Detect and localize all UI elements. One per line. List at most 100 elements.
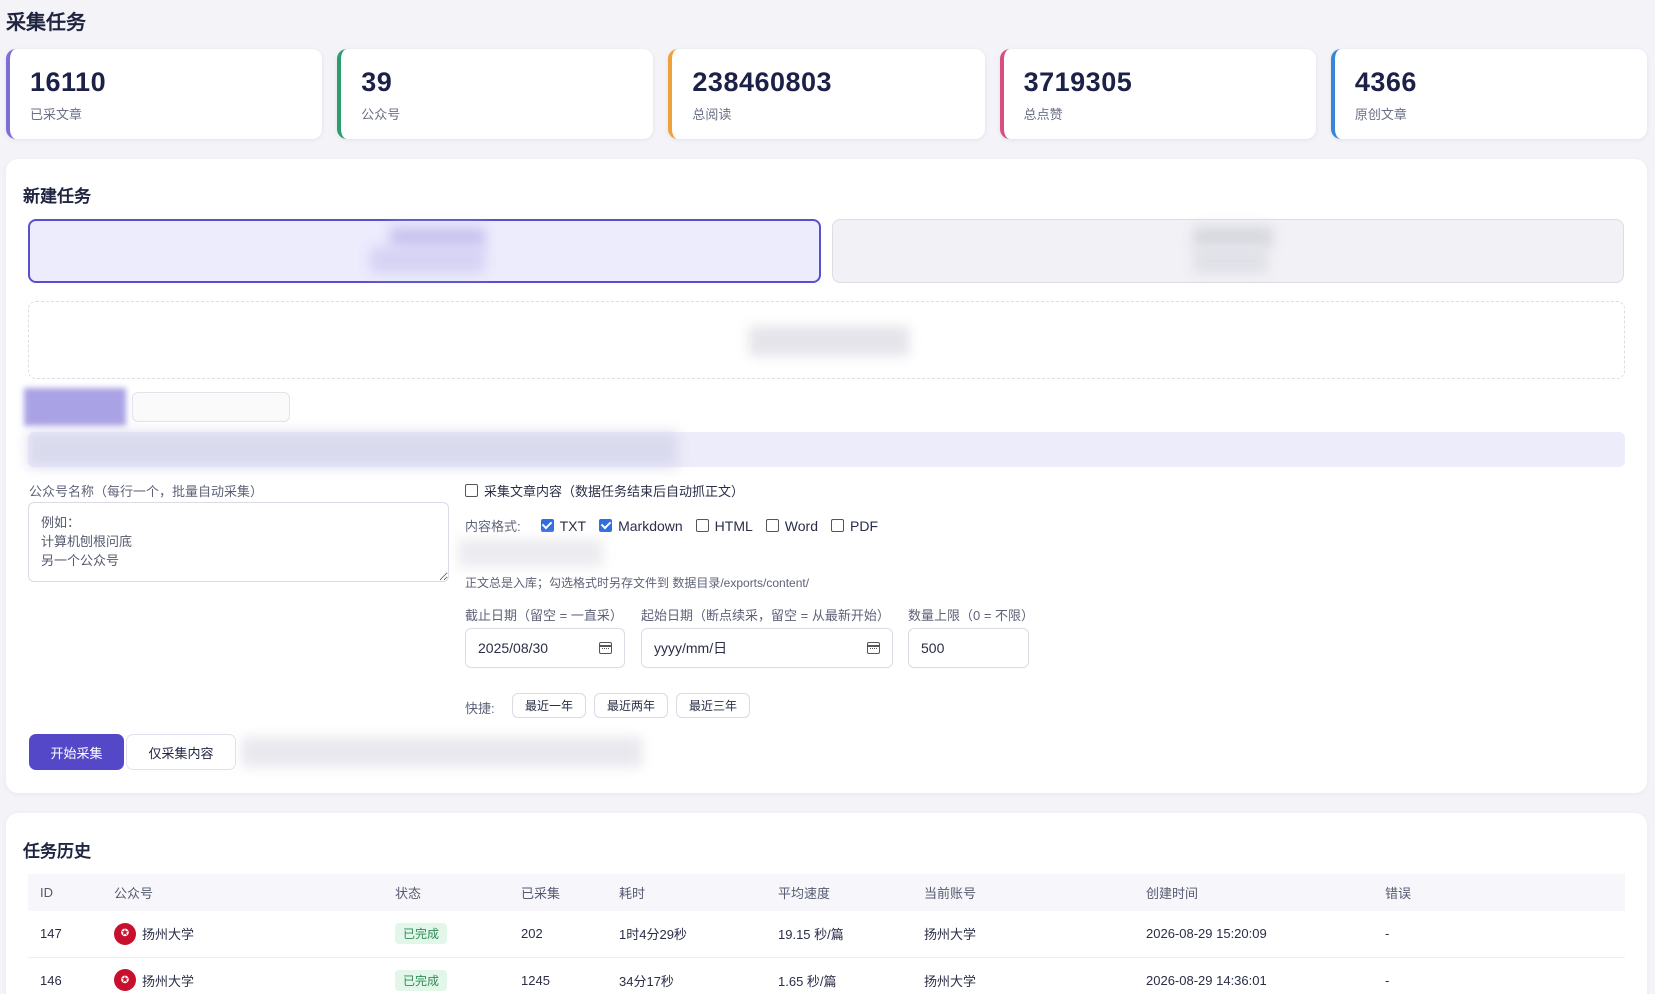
- table-row[interactable]: 146 ✪ 扬州大学 已完成 1245 34分17秒 1.65 秒/篇 扬州大学 …: [28, 957, 1625, 994]
- cell-collected: 202: [509, 911, 607, 958]
- stat-value: 39: [361, 67, 393, 97]
- stat-card-likes: 3719305 总点赞: [999, 49, 1316, 139]
- col-duration: 耗时: [607, 874, 766, 911]
- blurred-tab-alt[interactable]: [132, 392, 290, 422]
- format-markdown-label: Markdown: [618, 517, 683, 534]
- blurred-content: [242, 737, 642, 767]
- quick-label: 快捷:: [465, 701, 495, 716]
- collect-content-label: 采集文章内容（数据任务结束后自动抓正文）: [484, 484, 745, 499]
- content-only-button[interactable]: 仅采集内容: [126, 734, 236, 770]
- format-html-label: HTML: [714, 517, 753, 534]
- cell-status: 已完成: [383, 957, 509, 994]
- account-name: 扬州大学: [142, 927, 195, 943]
- col-speed: 平均速度: [766, 874, 912, 911]
- start-collect-button[interactable]: 开始采集: [29, 734, 124, 770]
- cell-created: 2026-08-29 14:36:01: [1134, 957, 1373, 994]
- end-date-input[interactable]: 2025/08/30: [465, 628, 625, 668]
- format-txt-label: TXT: [559, 517, 587, 534]
- calendar-icon[interactable]: [599, 642, 612, 654]
- stat-value: 238460803: [692, 67, 833, 97]
- end-date-value: 2025/08/30: [478, 640, 549, 656]
- cell-account: ✪ 扬州大学: [102, 957, 383, 994]
- start-date-input[interactable]: yyyy/mm/日: [641, 628, 893, 668]
- blurred-content: [458, 539, 603, 567]
- cell-error: -: [1373, 911, 1625, 958]
- quick-3-years-button[interactable]: 最近三年: [676, 693, 751, 718]
- start-date-placeholder: yyyy/mm/日: [654, 640, 728, 656]
- cell-id: 147: [28, 911, 102, 958]
- cell-duration: 1时4分29秒: [607, 911, 766, 958]
- mode-tile-alt[interactable]: [832, 219, 1624, 283]
- stat-card-accounts: 39 公众号: [337, 49, 654, 139]
- txt-checkbox[interactable]: [540, 519, 554, 532]
- col-collected: 已采集: [509, 874, 607, 911]
- collect-content-row[interactable]: 采集文章内容（数据任务结束后自动抓正文）: [465, 481, 744, 500]
- cell-duration: 34分17秒: [607, 957, 766, 994]
- account-logo-icon: ✪: [114, 969, 136, 991]
- account-logo-icon: ✪: [114, 922, 136, 945]
- table-header-row: ID 公众号 状态 已采集 耗时 平均速度 当前账号 创建时间 错误: [28, 874, 1625, 911]
- col-created: 创建时间: [1134, 874, 1373, 911]
- cell-current-account: 扬州大学: [912, 957, 1134, 994]
- cell-speed: 19.15 秒/篇: [766, 911, 912, 958]
- cell-current-account: 扬州大学: [912, 911, 1134, 958]
- upload-dropzone[interactable]: [28, 301, 1625, 379]
- account-label: 公众号名称（每行一个，批量自动采集）: [29, 484, 264, 499]
- format-word-label: Word: [784, 517, 818, 534]
- stat-value: 3719305: [1023, 67, 1133, 97]
- blurred-content: [370, 247, 485, 273]
- cell-error: -: [1373, 957, 1625, 994]
- stat-label: 已采文章: [30, 107, 83, 122]
- quick-2-years-button[interactable]: 最近两年: [594, 693, 669, 718]
- col-error: 错误: [1373, 874, 1625, 911]
- format-pdf-label: PDF: [850, 517, 878, 534]
- col-status: 状态: [383, 874, 509, 911]
- format-txt[interactable]: TXT: [540, 517, 587, 534]
- stat-label: 原创文章: [1354, 107, 1407, 122]
- format-word[interactable]: Word: [765, 517, 818, 534]
- start-date-label: 起始日期（断点续采，留空 = 从最新开始）: [641, 608, 890, 623]
- stat-card-articles: 16110 已采文章: [6, 49, 323, 139]
- cell-account: ✪ 扬州大学: [102, 911, 383, 958]
- quick-1-year-button[interactable]: 最近一年: [512, 693, 587, 718]
- limit-input[interactable]: 500: [908, 628, 1029, 668]
- new-task-title: 新建任务: [23, 187, 91, 206]
- stat-card-original: 4366 原创文章: [1330, 49, 1648, 139]
- page-title: 采集任务: [6, 12, 86, 34]
- format-row: 内容格式: TXT Markdown HTML Word PDF: [465, 516, 891, 535]
- collect-content-checkbox[interactable]: [465, 484, 478, 497]
- word-checkbox[interactable]: [765, 519, 779, 532]
- blurred-content: [1193, 226, 1273, 248]
- cell-speed: 1.65 秒/篇: [766, 957, 912, 994]
- format-markdown[interactable]: Markdown: [599, 518, 683, 534]
- pdf-checkbox[interactable]: [831, 519, 844, 532]
- blurred-content: [749, 326, 909, 356]
- limit-label: 数量上限（0 = 不限）: [908, 608, 1035, 623]
- end-date-label: 截止日期（留空 = 一直采）: [465, 608, 623, 623]
- mode-tile-selected[interactable]: [28, 219, 821, 283]
- stats-row: 16110 已采文章 39 公众号 238460803 总阅读 3719305 …: [6, 49, 1648, 139]
- blurred-content: [28, 432, 678, 467]
- account-textarea[interactable]: [28, 502, 449, 582]
- format-html[interactable]: HTML: [695, 517, 753, 534]
- col-account: 公众号: [102, 874, 383, 911]
- status-badge: 已完成: [395, 969, 448, 991]
- limit-value: 500: [921, 640, 945, 656]
- stat-value: 16110: [30, 67, 107, 97]
- table-row[interactable]: 147 ✪ 扬州大学 已完成 202 1时4分29秒 19.15 秒/篇 扬州大学…: [28, 911, 1625, 958]
- cell-status: 已完成: [383, 911, 509, 958]
- cell-created: 2026-08-29 15:20:09: [1134, 911, 1373, 958]
- html-checkbox[interactable]: [695, 519, 709, 532]
- account-name: 扬州大学: [142, 973, 195, 989]
- format-label: 内容格式:: [465, 519, 521, 534]
- history-table: ID 公众号 状态 已采集 耗时 平均速度 当前账号 创建时间 错误 147 ✪…: [28, 874, 1625, 994]
- blurred-tab[interactable]: [24, 388, 126, 426]
- format-pdf[interactable]: PDF: [831, 518, 878, 534]
- markdown-checkbox[interactable]: [599, 519, 613, 532]
- calendar-icon[interactable]: [867, 642, 880, 654]
- col-current-account: 当前账号: [912, 874, 1134, 911]
- info-bar: [28, 432, 1625, 467]
- stat-value: 4366: [1354, 67, 1417, 97]
- status-badge: 已完成: [395, 923, 448, 945]
- stat-label: 总点赞: [1023, 107, 1063, 122]
